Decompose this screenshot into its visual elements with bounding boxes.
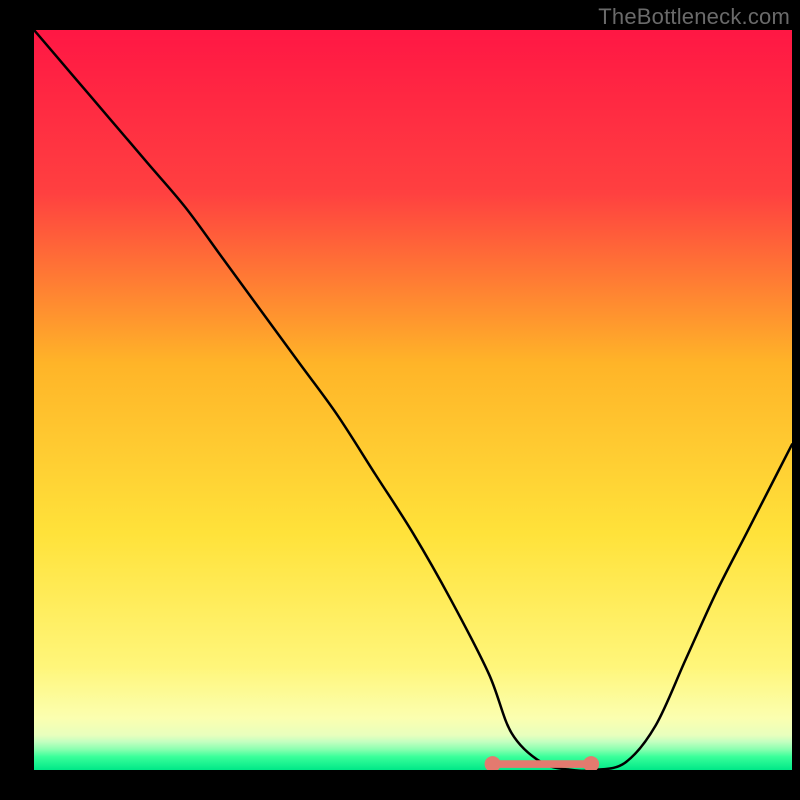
gradient-background [34,30,792,770]
bottleneck-chart [0,0,800,800]
watermark-text: TheBottleneck.com [598,4,790,30]
chart-container: TheBottleneck.com [0,0,800,800]
